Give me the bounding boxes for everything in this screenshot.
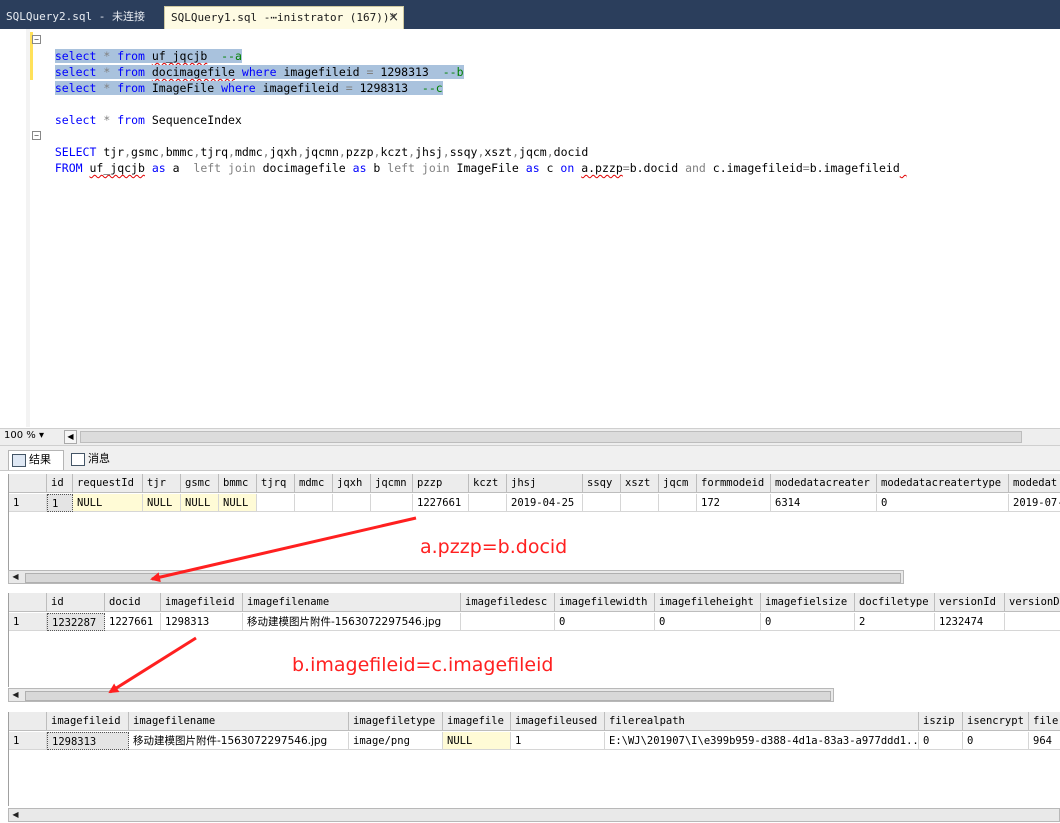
annotation-arrow [108,636,197,694]
annotation-arrow [150,516,417,583]
annotation-join-bc: b.imagefileid=c.imagefileid [292,654,554,676]
annotation-overlay [108,516,417,694]
annotation-join-ab: a.pzzp=b.docid [420,536,568,558]
